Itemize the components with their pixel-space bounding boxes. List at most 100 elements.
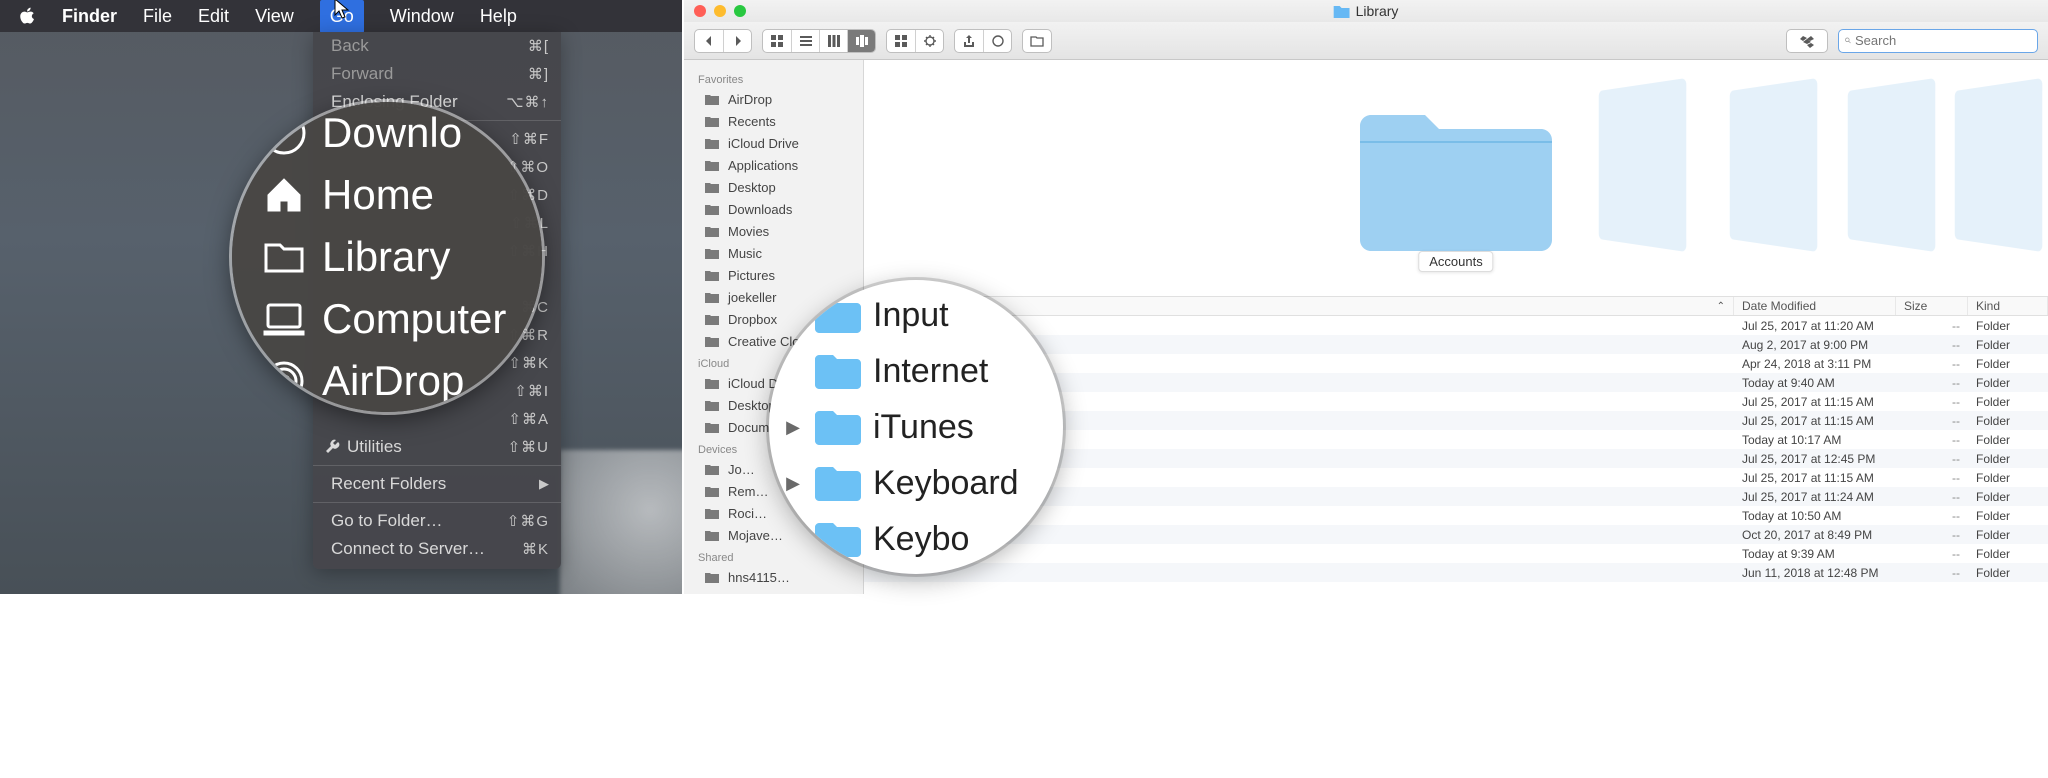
cell-size: -- — [1896, 414, 1968, 428]
zoom2-row[interactable]: ▶iTunes — [775, 399, 1063, 455]
folder-icon — [262, 235, 306, 279]
view-buttons — [762, 29, 876, 53]
cell-date: Jul 25, 2017 at 11:20 AM — [1734, 319, 1896, 333]
table-row[interactable]: Jun 11, 2018 at 12:48 PM--Folder — [864, 563, 2048, 582]
coverflow-center-folder[interactable] — [1352, 98, 1560, 258]
cell-kind: Folder — [1968, 433, 2048, 447]
apple-menu-icon[interactable] — [18, 7, 36, 25]
go-recent-folders[interactable]: Recent Folders ▶ — [313, 470, 561, 498]
icon-view-button[interactable] — [763, 30, 791, 52]
dropbox-button[interactable] — [1787, 30, 1827, 52]
menubar-window[interactable]: Window — [390, 6, 454, 27]
list-view-button[interactable] — [791, 30, 819, 52]
arrange-button-group — [886, 29, 944, 53]
search-box[interactable] — [1838, 29, 2038, 53]
coverflow-view-button[interactable] — [847, 30, 875, 52]
cell-kind: Folder — [1968, 319, 2048, 333]
tags-button[interactable] — [983, 30, 1011, 52]
sidebar-item[interactable]: iCloud Drive — [684, 132, 863, 154]
cell-size: -- — [1896, 566, 1968, 580]
finder-main: Accounts ⌃ Date Modified Size Kind Jul 2… — [864, 60, 2048, 594]
nav-buttons — [694, 29, 752, 53]
table-row[interactable]: Jul 25, 2017 at 11:20 AM--Folder — [864, 316, 2048, 335]
coverflow-side-folder — [1848, 78, 1936, 252]
menubar-app[interactable]: Finder — [62, 6, 117, 27]
sidebar-item[interactable]: Desktop — [684, 176, 863, 198]
forward-button[interactable] — [723, 30, 751, 52]
cell-size: -- — [1896, 357, 1968, 371]
go-to-folder[interactable]: Go to Folder… ⇧⌘G — [313, 507, 561, 535]
share-button[interactable] — [955, 30, 983, 52]
cell-kind: Folder — [1968, 547, 2048, 561]
cell-kind: Folder — [1968, 357, 2048, 371]
close-button[interactable] — [694, 5, 706, 17]
sidebar-item-label: Mojave… — [728, 528, 783, 543]
new-folder-button[interactable] — [1023, 30, 1051, 52]
table-row[interactable]: Oct 20, 2017 at 8:49 PM--Folder — [864, 525, 2048, 544]
sidebar-item[interactable]: Music — [684, 242, 863, 264]
sidebar-item[interactable]: Movies — [684, 220, 863, 242]
window-controls — [694, 5, 746, 17]
cell-date: Apr 24, 2018 at 3:11 PM — [1734, 357, 1896, 371]
sidebar-item[interactable]: Recents — [684, 110, 863, 132]
cell-size: -- — [1896, 338, 1968, 352]
sidebar-item-label: Jo… — [728, 462, 755, 477]
zoom-button[interactable] — [734, 5, 746, 17]
sidebar-item[interactable]: AirDrop — [684, 88, 863, 110]
arrange-button[interactable] — [887, 30, 915, 52]
minimize-button[interactable] — [714, 5, 726, 17]
menubar-file[interactable]: File — [143, 6, 172, 27]
cell-kind: Folder — [1968, 395, 2048, 409]
sidebar-item[interactable]: Pictures — [684, 264, 863, 286]
sidebar-item[interactable]: Downloads — [684, 198, 863, 220]
col-size[interactable]: Size — [1896, 297, 1968, 315]
cell-size: -- — [1896, 395, 1968, 409]
zoom-row-computer[interactable]: Computer — [262, 288, 542, 350]
menubar-go[interactable]: Go — [320, 0, 364, 33]
cell-date: Aug 2, 2017 at 9:00 PM — [1734, 338, 1896, 352]
mouse-cursor-icon — [334, 0, 350, 25]
cell-size: -- — [1896, 547, 1968, 561]
go-shortcut[interactable]: ⇧⌘A — [313, 405, 561, 433]
table-row[interactable]: Today at 10:50 AM--Folder — [864, 506, 2048, 525]
coverflow-area[interactable]: Accounts — [864, 60, 2048, 296]
sidebar-item-label: Movies — [728, 224, 769, 239]
zoom-row-library[interactable]: Library — [262, 226, 542, 288]
cell-size: -- — [1896, 528, 1968, 542]
cell-kind: Folder — [1968, 509, 2048, 523]
coverflow-side-folder — [1729, 78, 1817, 252]
col-kind[interactable]: Kind — [1968, 297, 2048, 315]
col-date[interactable]: Date Modified — [1734, 297, 1896, 315]
go-utilities[interactable]: Utilities ⇧⌘U — [313, 433, 561, 461]
action-button[interactable] — [915, 30, 943, 52]
table-row[interactable]: Today at 9:39 AM--Folder — [864, 544, 2048, 563]
sidebar-item-label: Desktop — [728, 180, 776, 195]
go-connect-server[interactable]: Connect to Server… ⌘K — [313, 535, 561, 563]
cell-kind: Folder — [1968, 338, 2048, 352]
sidebar-item[interactable]: Applications — [684, 154, 863, 176]
zoom2-row[interactable]: Internet — [775, 343, 1063, 399]
cell-size: -- — [1896, 471, 1968, 485]
cell-size: -- — [1896, 490, 1968, 504]
zoom2-row[interactable]: ▶Keyboard — [775, 455, 1063, 511]
back-button[interactable] — [695, 30, 723, 52]
cell-kind: Folder — [1968, 452, 2048, 466]
cell-date: Jul 25, 2017 at 11:15 AM — [1734, 414, 1896, 428]
menubar-edit[interactable]: Edit — [198, 6, 229, 27]
folder-icon — [813, 351, 861, 391]
search-input[interactable] — [1855, 33, 2031, 48]
menubar-view[interactable]: View — [255, 6, 294, 27]
sidebar-item-label: iCloud Drive — [728, 136, 799, 151]
folder-mini-icon — [1334, 4, 1350, 18]
sidebar-item-label: AirDrop — [728, 92, 772, 107]
sidebar-item-label: Pictures — [728, 268, 775, 283]
laptop-icon — [262, 297, 306, 341]
menubar-help[interactable]: Help — [480, 6, 517, 27]
cell-date: Oct 20, 2017 at 8:49 PM — [1734, 528, 1896, 542]
sidebar-item-label: hns4115… — [728, 570, 790, 585]
zoom-row-home[interactable]: Home — [262, 164, 542, 226]
disclosure-triangle-icon: ▶ — [785, 473, 801, 494]
sidebar-item[interactable]: hns4115… — [684, 566, 863, 588]
column-view-button[interactable] — [819, 30, 847, 52]
zoom-callout-library-list: Input Internet ▶iTunes ▶Keyboard Keybo — [769, 280, 1063, 574]
